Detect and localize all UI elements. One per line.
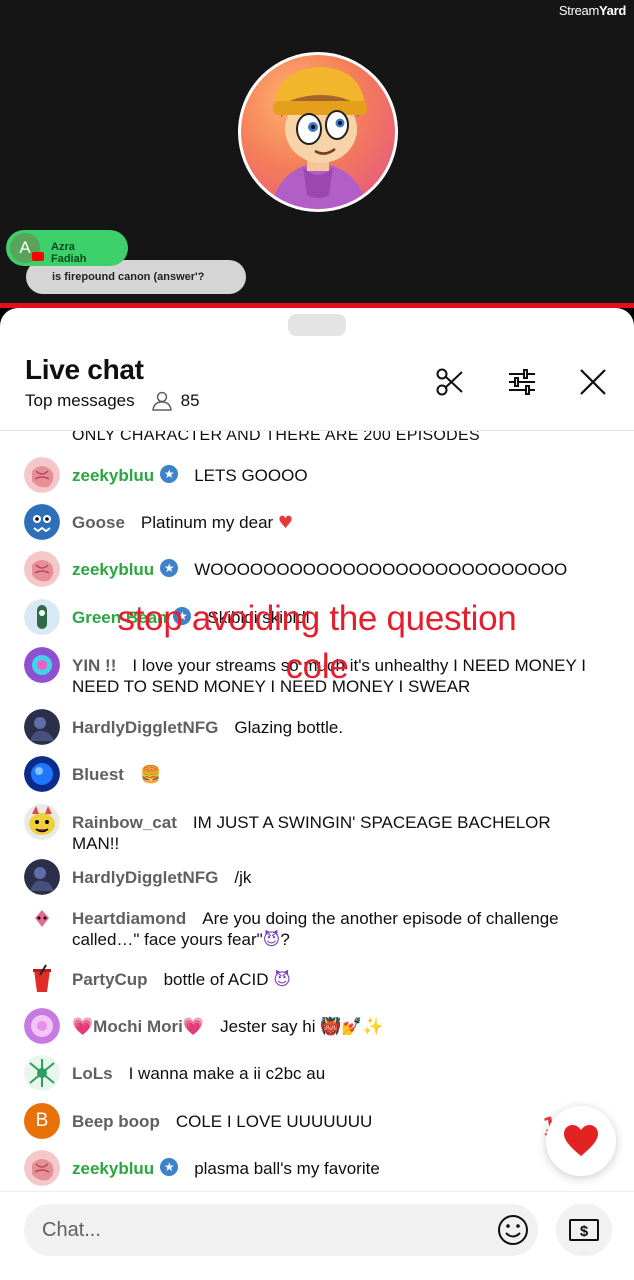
member-badge-icon bbox=[160, 559, 179, 577]
message-text: plasma ball's my favorite bbox=[194, 1159, 380, 1178]
author-name[interactable]: HardlyDiggletNFG bbox=[72, 718, 218, 737]
svg-text:$: $ bbox=[580, 1223, 589, 1240]
author-name[interactable]: 💗Mochi Mori💗 bbox=[72, 1017, 204, 1036]
author-name[interactable]: HardlyDiggletNFG bbox=[72, 868, 218, 887]
live-chat-panel: Live chat Top messages 85 ONLY CHARACTER… bbox=[0, 308, 634, 1280]
message-suffix: ? bbox=[280, 930, 290, 949]
chat-title: Live chat bbox=[25, 354, 144, 385]
viewers-icon bbox=[151, 391, 172, 411]
author-name[interactable]: Goose bbox=[72, 513, 125, 532]
avatar[interactable] bbox=[24, 961, 60, 997]
heart-icon bbox=[564, 1125, 598, 1156]
chat-input-bar: $ bbox=[0, 1191, 634, 1280]
streamer-avatar bbox=[238, 52, 398, 212]
chat-input[interactable] bbox=[42, 1204, 482, 1256]
message-text: WOOOOOOOOOOOOOOOOOOOOOOOOOOO bbox=[194, 560, 568, 579]
avatar[interactable] bbox=[24, 1150, 60, 1186]
clip-button[interactable] bbox=[430, 362, 470, 402]
member-badge-icon bbox=[160, 465, 179, 483]
avatar[interactable] bbox=[24, 551, 60, 587]
avatar[interactable] bbox=[24, 859, 60, 895]
chat-settings-button[interactable] bbox=[502, 362, 542, 402]
message-text: bottle of ACID bbox=[163, 970, 269, 989]
avatar[interactable] bbox=[24, 504, 60, 540]
author-name[interactable]: YIN !! bbox=[72, 656, 116, 675]
message-text: Platinum my dear bbox=[140, 513, 274, 532]
author-name[interactable]: Heartdiamond bbox=[72, 909, 186, 928]
avatar[interactable] bbox=[24, 756, 60, 792]
dollar-icon: $ bbox=[569, 1219, 599, 1241]
author-name[interactable]: zeekybluu bbox=[72, 1159, 154, 1178]
devil-emoji: 😈 bbox=[262, 930, 281, 950]
avatar[interactable] bbox=[24, 1008, 60, 1044]
close-icon bbox=[580, 369, 606, 395]
message-text: LETS GOOOO bbox=[194, 466, 308, 485]
truncated-message: ONLY CHARACTER AND THERE ARE 200 EPISODE… bbox=[72, 431, 480, 444]
reaction-button[interactable] bbox=[546, 1106, 616, 1176]
youtube-icon bbox=[32, 252, 44, 261]
chat-input-container[interactable] bbox=[24, 1204, 538, 1256]
avatar[interactable] bbox=[24, 647, 60, 683]
avatar[interactable]: B bbox=[24, 1103, 60, 1139]
message-text: I love your streams so much it's unhealt… bbox=[72, 656, 586, 696]
emoji-picker-icon[interactable] bbox=[496, 1213, 530, 1247]
message-text: /jk bbox=[234, 868, 252, 887]
chat-mode-selector[interactable]: Top messages 85 bbox=[25, 391, 200, 411]
author-name[interactable]: PartyCup bbox=[72, 970, 148, 989]
super-chat-button[interactable]: $ bbox=[556, 1204, 612, 1256]
message-text: Glazing bottle. bbox=[234, 718, 344, 737]
message-text: Skibidi skibidi bbox=[207, 608, 310, 627]
avatar[interactable] bbox=[24, 900, 60, 936]
author-name[interactable]: Beep boop bbox=[72, 1112, 160, 1131]
overlay-author-name: Azra Fadiah bbox=[51, 241, 87, 265]
author-name[interactable]: Green Bean bbox=[72, 608, 167, 627]
burger-emoji: 🍔 bbox=[139, 765, 162, 785]
avatar[interactable] bbox=[24, 457, 60, 493]
member-badge-icon bbox=[173, 607, 192, 625]
author-name[interactable]: Bluest bbox=[72, 765, 124, 784]
devil-emoji: 😈 bbox=[273, 970, 291, 990]
avatar[interactable] bbox=[24, 1055, 60, 1091]
scissors-icon bbox=[436, 368, 463, 396]
avatar[interactable] bbox=[24, 599, 60, 635]
member-badge-icon bbox=[160, 1158, 179, 1176]
heart-emoji: ♥ bbox=[277, 513, 294, 533]
emoji-group: 👹💅✨ bbox=[320, 1017, 384, 1037]
author-name[interactable]: LoLs bbox=[72, 1064, 113, 1083]
chat-message-list[interactable]: ONLY CHARACTER AND THERE ARE 200 EPISODE… bbox=[0, 431, 634, 1191]
message-text: Jester say hi bbox=[220, 1017, 316, 1036]
viewer-count: 85 bbox=[180, 391, 200, 410]
author-name[interactable]: Rainbow_cat bbox=[72, 813, 177, 832]
drag-handle[interactable] bbox=[288, 314, 346, 336]
author-name[interactable]: zeekybluu bbox=[72, 560, 154, 579]
message-text: I wanna make a ii c2bc au bbox=[128, 1064, 326, 1083]
avatar[interactable] bbox=[24, 804, 60, 840]
streamyard-logo: StreamYard bbox=[558, 3, 626, 18]
chat-mode-label: Top messages bbox=[25, 391, 135, 410]
stream-video[interactable]: StreamYard is firepound canon (answer'? … bbox=[0, 0, 634, 308]
avatar[interactable] bbox=[24, 709, 60, 745]
sliders-icon bbox=[509, 369, 535, 395]
close-chat-button[interactable] bbox=[573, 362, 613, 402]
message-text: COLE I LOVE UUUUUUU bbox=[175, 1112, 373, 1131]
author-name[interactable]: zeekybluu bbox=[72, 466, 154, 485]
